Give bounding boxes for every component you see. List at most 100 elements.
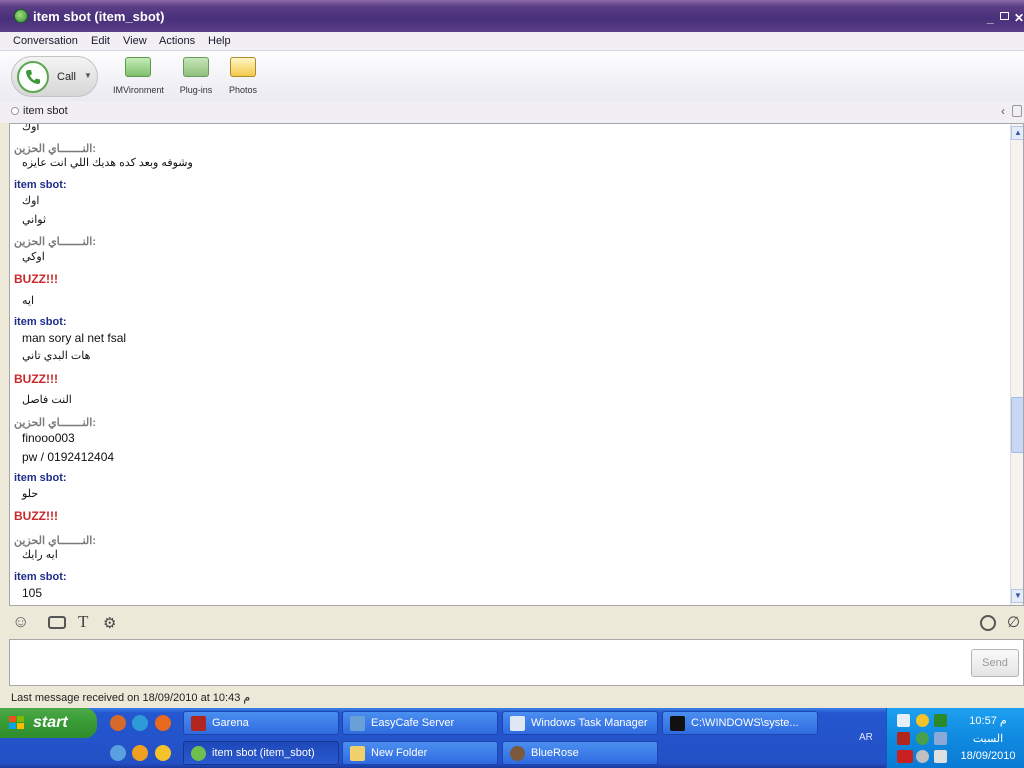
sender-label: النـــــــاي الحزين:	[14, 535, 96, 547]
sender-label: النـــــــاي الحزين:	[14, 143, 96, 155]
sender-label: النـــــــاي الحزين:	[14, 236, 96, 248]
internet-explorer-icon[interactable]	[132, 715, 148, 731]
folder-icon	[350, 746, 365, 761]
minimize-icon[interactable]: _	[987, 11, 994, 25]
sender-label: item sbot:	[14, 472, 67, 484]
task-label: Garena	[212, 717, 249, 729]
emoticon-icon[interactable]: ☺	[12, 612, 29, 632]
sender-label: النـــــــاي الحزين:	[14, 417, 96, 429]
sender-label: item sbot:	[14, 179, 67, 191]
taskbar-item-chat[interactable]: item sbot (item_sbot)	[183, 741, 339, 765]
status-icon	[11, 107, 19, 115]
tray-icon[interactable]	[897, 714, 910, 727]
media-player-icon[interactable]	[132, 745, 148, 761]
firefox-icon[interactable]	[155, 715, 171, 731]
contact-name[interactable]: item sbot	[23, 105, 68, 117]
font-icon[interactable]: T	[78, 612, 88, 632]
scroll-up-icon[interactable]: ▲	[1011, 126, 1023, 140]
taskbar-item-new-folder[interactable]: New Folder	[342, 741, 498, 765]
tray-icon[interactable]	[934, 714, 947, 727]
task-label: EasyCafe Server	[371, 717, 455, 729]
contact-strip: item sbot ‹	[0, 101, 1024, 123]
window-title: item sbot (item_sbot)	[33, 9, 165, 24]
volume-icon[interactable]	[934, 750, 947, 763]
imvironment-button[interactable]: IMVironment	[113, 57, 164, 95]
garena-tray-icon[interactable]	[897, 732, 910, 745]
taskbar-item-task-manager[interactable]: Windows Task Manager	[502, 711, 658, 735]
menu-edit[interactable]: Edit	[91, 35, 110, 47]
bluerose-icon	[510, 746, 525, 761]
buzz-label: BUZZ!!!	[14, 372, 58, 386]
task-label: New Folder	[371, 747, 428, 759]
quicklaunch-icon[interactable]	[110, 715, 126, 731]
message-text: اوك	[22, 124, 40, 133]
menu-actions[interactable]: Actions	[159, 35, 195, 47]
cmd-icon	[670, 716, 685, 731]
sender-label: item sbot:	[14, 571, 67, 583]
scroll-thumb[interactable]	[1011, 397, 1023, 453]
photos-button[interactable]: Photos	[227, 57, 259, 95]
clock-date: 18/09/2010	[960, 750, 1016, 762]
message-text: pw / 0192412404	[22, 450, 115, 464]
start-label: start	[33, 714, 68, 731]
ati-icon[interactable]	[897, 750, 913, 763]
status-bar: Last message received on 18/09/2010 at 1…	[0, 687, 1024, 707]
photo-icon	[230, 57, 256, 77]
plugins-label: Plug-ins	[179, 85, 213, 95]
message-text: اوك	[22, 195, 40, 207]
tray-icon[interactable]	[916, 750, 929, 763]
close-icon[interactable]: ✕	[1014, 11, 1024, 25]
chat-scrollbar[interactable]: ▲ ▼	[1010, 124, 1023, 605]
easycafe-icon	[350, 716, 365, 731]
clock-day: السبت	[972, 733, 1004, 745]
contact-card-icon[interactable]	[1012, 105, 1022, 117]
tray-icon[interactable]	[934, 732, 947, 745]
task-label: item sbot (item_sbot)	[212, 747, 315, 759]
task-label: Windows Task Manager	[531, 717, 648, 729]
send-button[interactable]: Send	[971, 649, 1019, 677]
windows-flag-icon	[9, 716, 24, 729]
chevron-left-icon[interactable]: ‹	[1001, 104, 1005, 118]
message-text: ايه رايك	[22, 549, 58, 561]
messenger-tray-icon[interactable]	[916, 714, 929, 727]
message-text: ثواني	[22, 214, 47, 226]
phone-icon	[17, 61, 49, 93]
chat-history[interactable]: اوك النـــــــاي الحزين: وشوفه وبعد كده …	[9, 123, 1024, 606]
start-button[interactable]: start	[0, 708, 97, 738]
maximize-icon[interactable]	[1000, 12, 1009, 20]
messenger-icon[interactable]	[155, 745, 171, 761]
menu-conversation[interactable]: Conversation	[13, 35, 78, 47]
taskbar-item-cmd[interactable]: C:\WINDOWS\syste...	[662, 711, 818, 735]
message-text: اوكي	[22, 251, 45, 263]
taskbar-item-garena[interactable]: Garena	[183, 711, 339, 735]
toolbar: Call ▼ IMVironment Plug-ins Photos	[0, 51, 1024, 101]
menu-help[interactable]: Help	[208, 35, 231, 47]
puzzle-icon	[183, 57, 209, 77]
language-indicator[interactable]: AR	[859, 732, 873, 743]
menu-view[interactable]: View	[123, 35, 147, 47]
taskbar-item-bluerose[interactable]: BlueRose	[502, 741, 658, 765]
message-text: النت فاصل	[22, 394, 72, 406]
scroll-down-icon[interactable]: ▼	[1011, 589, 1023, 603]
clock-time[interactable]: 10:57 م	[953, 714, 1023, 727]
plugins-button[interactable]: Plug-ins	[178, 57, 214, 95]
paperclip-icon[interactable]: ∅	[1007, 613, 1020, 631]
message-text: حلو	[22, 488, 39, 500]
task-label: C:\WINDOWS\syste...	[691, 717, 799, 729]
taskbar: start Garena EasyCafe Server Windows Tas…	[0, 708, 1024, 768]
call-button[interactable]: Call ▼	[11, 56, 98, 97]
quicklaunch-icon[interactable]	[110, 745, 126, 761]
message-text: ايه	[22, 295, 35, 307]
imvironment-icon	[125, 57, 151, 77]
message-input[interactable]	[9, 639, 1024, 686]
webcam-icon[interactable]	[980, 615, 996, 631]
buzz-label: BUZZ!!!	[14, 509, 58, 523]
task-manager-icon	[510, 716, 525, 731]
wink-icon[interactable]	[48, 616, 66, 629]
task-label: BlueRose	[531, 747, 579, 759]
network-icon[interactable]	[916, 732, 929, 745]
title-bar[interactable]: item sbot (item_sbot) _ ✕	[0, 0, 1024, 32]
garena-icon	[191, 716, 206, 731]
taskbar-item-easycafe[interactable]: EasyCafe Server	[342, 711, 498, 735]
background-icon[interactable]: ⚙	[103, 614, 116, 632]
